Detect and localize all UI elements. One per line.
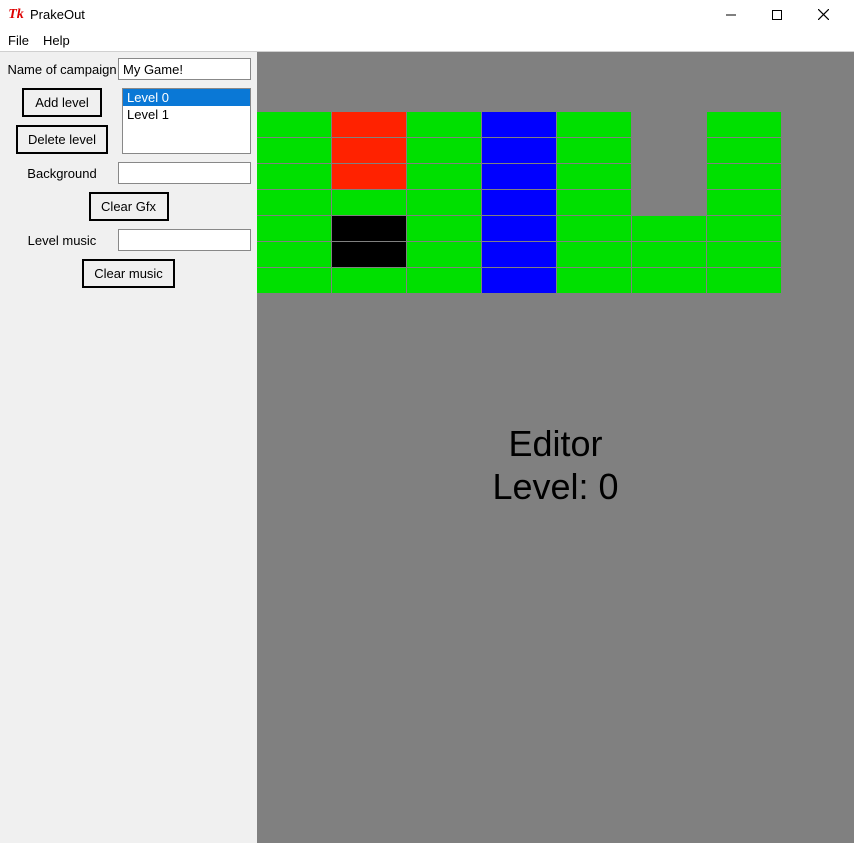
brick[interactable] (332, 216, 406, 241)
titlebar: Tk PrakeOut (0, 0, 854, 30)
clear-music-button[interactable]: Clear music (82, 259, 175, 288)
brick[interactable] (557, 242, 631, 267)
sidebar: Name of campaign Add level Delete level … (0, 52, 257, 843)
brick[interactable] (332, 268, 406, 293)
brick[interactable] (557, 268, 631, 293)
background-label: Background (6, 166, 118, 181)
app-icon: Tk (8, 7, 24, 23)
brick[interactable] (557, 138, 631, 163)
brick[interactable] (632, 268, 706, 293)
brick[interactable] (707, 138, 781, 163)
brick[interactable] (332, 112, 406, 137)
brick[interactable] (482, 112, 556, 137)
level-list-item[interactable]: Level 0 (123, 89, 250, 106)
level-music-label: Level music (6, 233, 118, 248)
campaign-name-label: Name of campaign (6, 62, 118, 77)
brick[interactable] (482, 190, 556, 215)
level-list-item[interactable]: Level 1 (123, 106, 250, 123)
close-icon (818, 9, 829, 20)
brick[interactable] (557, 216, 631, 241)
level-list[interactable]: Level 0Level 1 (122, 88, 251, 154)
content: Name of campaign Add level Delete level … (0, 52, 854, 843)
brick[interactable] (407, 164, 481, 189)
brick[interactable] (482, 164, 556, 189)
brick[interactable] (707, 112, 781, 137)
add-level-button[interactable]: Add level (22, 88, 102, 117)
brick[interactable] (632, 138, 706, 163)
brick[interactable] (782, 216, 854, 241)
brick[interactable] (332, 190, 406, 215)
brick[interactable] (332, 242, 406, 267)
brick[interactable] (257, 112, 331, 137)
brick[interactable] (707, 268, 781, 293)
brick[interactable] (782, 164, 854, 189)
editor-overlay-line2: Level: 0 (257, 465, 854, 508)
brick[interactable] (407, 268, 481, 293)
brick[interactable] (557, 112, 631, 137)
brick[interactable] (257, 164, 331, 189)
brick[interactable] (482, 138, 556, 163)
campaign-name-input[interactable] (118, 58, 251, 80)
brick[interactable] (482, 268, 556, 293)
minimize-icon (726, 10, 736, 20)
brick[interactable] (257, 242, 331, 267)
editor-canvas[interactable]: Editor Level: 0 (257, 52, 854, 843)
brick[interactable] (632, 242, 706, 267)
brick[interactable] (257, 138, 331, 163)
brick[interactable] (707, 190, 781, 215)
brick[interactable] (407, 190, 481, 215)
menubar: File Help (0, 30, 854, 52)
brick[interactable] (782, 242, 854, 267)
brick[interactable] (632, 164, 706, 189)
brick[interactable] (782, 190, 854, 215)
brick[interactable] (557, 190, 631, 215)
close-button[interactable] (800, 0, 846, 30)
brick[interactable] (557, 164, 631, 189)
brick[interactable] (407, 112, 481, 137)
brick[interactable] (632, 216, 706, 241)
brick[interactable] (782, 112, 854, 137)
delete-level-button[interactable]: Delete level (16, 125, 108, 154)
background-input[interactable] (118, 162, 251, 184)
brick[interactable] (332, 164, 406, 189)
brick[interactable] (707, 164, 781, 189)
brick[interactable] (407, 216, 481, 241)
brick[interactable] (482, 216, 556, 241)
brick[interactable] (782, 138, 854, 163)
brick[interactable] (257, 268, 331, 293)
brick[interactable] (257, 190, 331, 215)
brick[interactable] (707, 216, 781, 241)
brick[interactable] (332, 138, 406, 163)
minimize-button[interactable] (708, 0, 754, 30)
clear-gfx-button[interactable]: Clear Gfx (89, 192, 169, 221)
editor-overlay-text: Editor Level: 0 (257, 422, 854, 508)
brick[interactable] (782, 268, 854, 293)
brick[interactable] (257, 216, 331, 241)
window-title: PrakeOut (30, 7, 85, 22)
brick-grid[interactable] (257, 112, 854, 293)
brick[interactable] (482, 242, 556, 267)
editor-overlay-line1: Editor (257, 422, 854, 465)
maximize-icon (772, 10, 782, 20)
menu-file[interactable]: File (8, 33, 29, 48)
maximize-button[interactable] (754, 0, 800, 30)
brick[interactable] (632, 190, 706, 215)
brick[interactable] (632, 112, 706, 137)
brick[interactable] (407, 138, 481, 163)
menu-help[interactable]: Help (43, 33, 70, 48)
brick[interactable] (407, 242, 481, 267)
level-music-input[interactable] (118, 229, 251, 251)
brick[interactable] (707, 242, 781, 267)
